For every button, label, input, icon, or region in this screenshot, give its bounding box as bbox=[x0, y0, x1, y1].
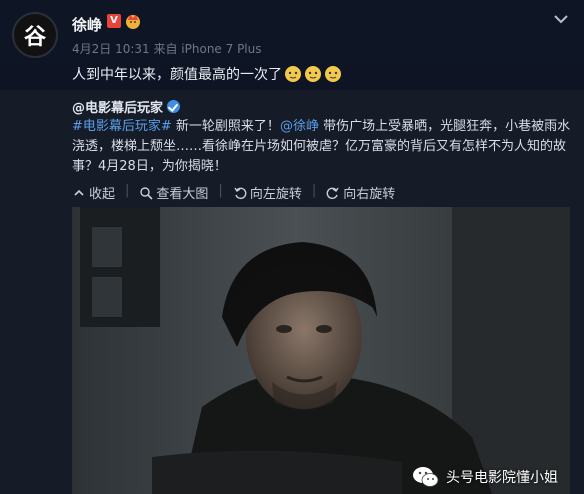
repost-text-1: 新一轮剧照来了！ bbox=[171, 119, 280, 134]
post-meta: 4月2日 10:31 来自 iPhone 7 Plus bbox=[72, 42, 262, 56]
movie-still-image[interactable]: 头号电影院懂小姐 bbox=[72, 207, 570, 494]
magnify-icon bbox=[140, 186, 153, 200]
doge-emoji-icon bbox=[325, 66, 341, 82]
post-username[interactable]: 徐峥 bbox=[72, 14, 102, 35]
doge-emoji-icon bbox=[285, 66, 301, 82]
member-crown-icon bbox=[126, 15, 140, 29]
rotate-left-icon bbox=[234, 187, 247, 199]
topic-tag-link[interactable]: #电影幕后玩家# bbox=[72, 119, 172, 134]
rotate-right-label: 向右旋转 bbox=[343, 187, 396, 202]
rotate-left-label: 向左旋转 bbox=[249, 187, 302, 202]
divider: | bbox=[218, 183, 223, 198]
user-avatar[interactable]: 谷 bbox=[12, 12, 58, 58]
divider: | bbox=[125, 183, 130, 198]
rotate-right-button[interactable]: 向右旋转 bbox=[326, 183, 395, 202]
doge-emoji-icon bbox=[305, 66, 321, 82]
collapse-label: 收起 bbox=[89, 187, 116, 202]
post-text: 人到中年以来，颜值最高的一次了 bbox=[72, 64, 342, 84]
rotate-right-icon bbox=[326, 187, 339, 199]
verified-blue-icon bbox=[167, 100, 181, 113]
view-large-label: 查看大图 bbox=[156, 187, 209, 202]
watermark-text: 头号电影院懂小姐 bbox=[446, 470, 558, 486]
divider: | bbox=[311, 183, 317, 198]
repost-body: #电影幕后玩家# 新一轮剧照来了！@徐峥 带伤广场上受暴晒，光腿狂奔，小巷被雨水… bbox=[72, 117, 576, 177]
collapse-icon bbox=[74, 189, 84, 196]
image-actions-bar: 收起 | 查看大图 | 向左旋转 | 向右旋转 bbox=[72, 183, 395, 202]
chevron-down-icon[interactable] bbox=[552, 12, 570, 26]
mention-link[interactable]: @徐峥 bbox=[280, 119, 319, 134]
verified-red-v-icon: V bbox=[107, 14, 121, 28]
wechat-icon bbox=[413, 467, 439, 487]
repost-author-name[interactable]: @电影幕后玩家 bbox=[72, 97, 163, 116]
rotate-left-button[interactable]: 向左旋转 bbox=[233, 183, 302, 202]
post-text-content: 人到中年以来，颜值最高的一次了 bbox=[72, 67, 282, 83]
weibo-post: 谷 徐峥 V 4月2日 10:31 来自 iPhone 7 Plus 人到中年以… bbox=[0, 0, 584, 494]
repost-author[interactable]: @电影幕后玩家 bbox=[72, 97, 181, 116]
collapse-button[interactable]: 收起 bbox=[72, 183, 115, 202]
photo-illustration bbox=[72, 207, 570, 494]
source-watermark: 头号电影院懂小姐 bbox=[412, 466, 558, 488]
view-large-button[interactable]: 查看大图 bbox=[139, 183, 208, 202]
